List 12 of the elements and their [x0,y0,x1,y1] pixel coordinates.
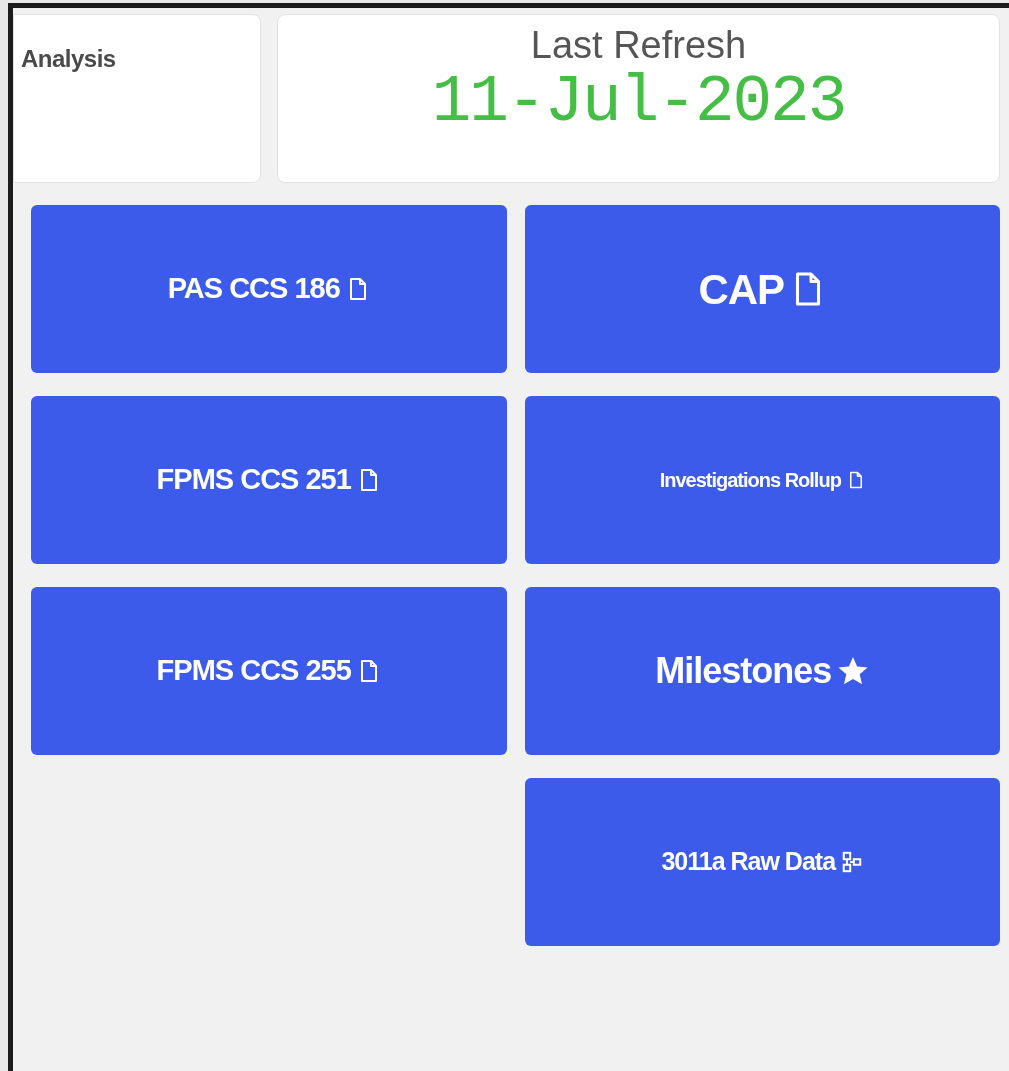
dashboard-title: Analysis [21,44,116,74]
refresh-date: 11-Jul-2023 [431,66,846,140]
report-button[interactable]: CAP [524,205,1000,373]
report-button[interactable]: FPMS CCS 255 [31,587,507,755]
report-button[interactable]: 3011a Raw Data [524,778,1000,946]
star-icon [837,655,870,687]
refresh-label: Last Refresh [530,25,747,67]
nodes-icon [841,851,864,873]
report-button[interactable]: Milestones [524,587,1000,755]
report-button[interactable]: PAS CCS 186 [31,205,507,373]
report-button[interactable]: FPMS CCS 251 [31,396,507,564]
report-button[interactable]: Investigations Rollup [524,396,1000,564]
